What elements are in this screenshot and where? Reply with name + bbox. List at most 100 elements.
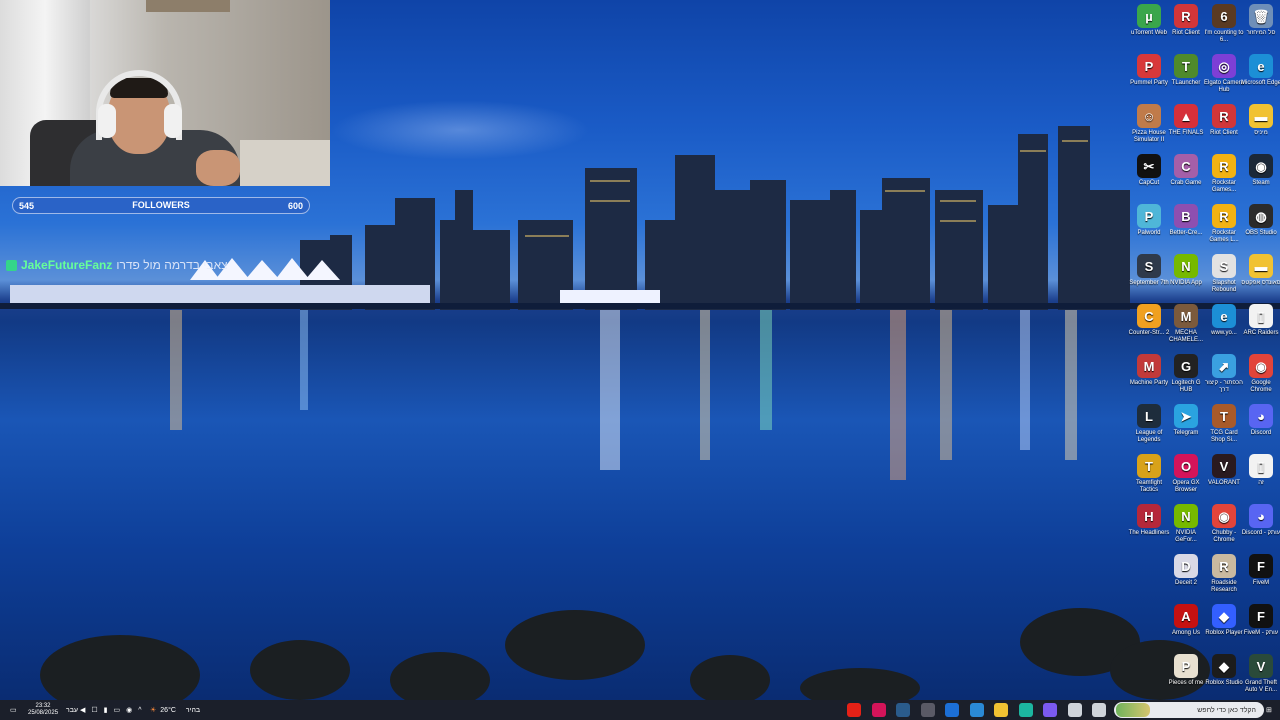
edge-icon[interactable] (1018, 703, 1033, 717)
edge-icon: e (1212, 304, 1236, 328)
desktop-shortcut[interactable]: T TLauncher (1165, 54, 1207, 87)
obs-icon: ◍ (1249, 204, 1273, 228)
desktop-shortcut[interactable]: O Opera GX Browser (1165, 454, 1207, 494)
desktop-shortcut[interactable]: µ uTorrent Web (1128, 4, 1170, 37)
desktop-shortcut[interactable]: ◕ Discord - עותק (1240, 504, 1280, 537)
language-indicator[interactable]: עבר (66, 700, 78, 720)
desktop-shortcut-label: Crab Game (1170, 180, 1202, 186)
desktop-shortcut-label: CapCut (1138, 180, 1160, 186)
desktop-shortcut[interactable]: ◆ Roblox Studio (1203, 654, 1245, 687)
telegram-icon: ➤ (1174, 404, 1198, 428)
desktop-shortcut[interactable]: F FiveM - עותק (1240, 604, 1280, 637)
desktop-shortcut[interactable]: S Slapshot Rebound (1203, 254, 1245, 294)
desktop-shortcut[interactable]: ◍ OBS Studio (1240, 204, 1280, 237)
desktop-shortcut[interactable]: ◕ Discord (1240, 404, 1280, 437)
desktop-shortcut[interactable]: L League of Legends (1128, 404, 1170, 444)
search-input[interactable]: הקלד כאן כדי לחפש (1114, 702, 1264, 718)
notifications-icon[interactable]: ▭ (10, 700, 17, 720)
desktop-shortcut[interactable]: R Rockstar Games L... (1203, 204, 1245, 244)
desktop-shortcut[interactable]: V VALORANT (1203, 454, 1245, 487)
clock[interactable]: 23:32 25/08/2025 (28, 700, 58, 720)
desktop-shortcut[interactable]: R Rockstar Games... (1203, 154, 1245, 194)
desktop-shortcut-label: I'm counting to 6... (1204, 30, 1244, 43)
desktop-shortcut[interactable]: ◉ Google Chrome (1240, 354, 1280, 394)
opera-gx-icon[interactable] (871, 703, 886, 717)
desktop-shortcut[interactable]: S September 7th (1128, 254, 1170, 287)
desktop-shortcut[interactable]: G Logitech G HUB (1165, 354, 1207, 394)
desktop-shortcut[interactable]: R Riot Client (1165, 4, 1207, 37)
outlook-icon[interactable] (945, 703, 959, 717)
desktop-shortcut[interactable]: R Riot Client (1203, 104, 1245, 137)
desktop-shortcut[interactable]: ◎ Elgato Camera Hub (1203, 54, 1245, 94)
desktop-shortcut-label: FiveM (1252, 580, 1270, 586)
start-button[interactable]: ⊞ (1266, 700, 1272, 720)
headliners-icon: H (1137, 504, 1161, 528)
desktop-shortcut[interactable]: ☺ Pizza House Simulator II (1128, 104, 1170, 144)
app-tray-icon[interactable]: ◉ (126, 706, 132, 714)
desktop-shortcut[interactable]: ◆ Roblox Player (1203, 604, 1245, 637)
desktop-shortcut[interactable]: P Pummel Party (1128, 54, 1170, 87)
desktop-shortcut-label: Microsoft Edge (1240, 80, 1280, 86)
copilot-icon[interactable] (1043, 703, 1057, 717)
network-icon[interactable]: ☐ (91, 706, 97, 714)
folder-icon: ▬ (1249, 104, 1273, 128)
desktop-shortcut[interactable]: ▬ מיניס (1240, 104, 1280, 137)
desktop-shortcut-label: September 7th (1129, 280, 1169, 286)
desktop-shortcut[interactable]: 6 I'm counting to 6... (1203, 4, 1245, 44)
desktop-shortcut[interactable]: P Palworld (1128, 204, 1170, 237)
desktop-shortcut[interactable]: M Machine Party (1128, 354, 1170, 387)
battery-icon[interactable]: ▭ (114, 706, 121, 714)
desktop-shortcut[interactable]: e Microsoft Edge (1240, 54, 1280, 87)
app-icon: S (1137, 254, 1161, 278)
youtube-icon[interactable] (847, 703, 861, 717)
microphone-icon[interactable]: ▮ (104, 706, 108, 714)
desktop-shortcut[interactable]: ➤ Telegram (1165, 404, 1207, 437)
store-icon[interactable] (969, 703, 984, 717)
volume-icon[interactable]: ◀ (80, 706, 85, 714)
desktop-shortcut[interactable]: N NVIDIA GeFor... (1165, 504, 1207, 544)
desktop-shortcut[interactable]: ▯ זה (1240, 454, 1280, 487)
search-highlight-image (1116, 703, 1150, 717)
desktop-shortcut-label: www.yo... (1211, 330, 1237, 336)
game-icon: 6 (1212, 4, 1236, 28)
chevron-up-icon[interactable]: ^ (138, 707, 141, 714)
desktop-shortcut-label: Palworld (1137, 230, 1161, 236)
desktop-shortcut-label: THE FINALS (1168, 130, 1204, 136)
weather-widget[interactable]: ☀ 26°C בהיר (150, 700, 200, 720)
desktop-shortcut[interactable]: A Among Us (1165, 604, 1207, 637)
desktop-shortcut[interactable]: R Roadside Research (1203, 554, 1245, 594)
mecha-icon: M (1174, 304, 1198, 328)
desktop-shortcut-label: League of Legends (1135, 430, 1163, 443)
desktop-shortcut[interactable]: e www.yo... (1203, 304, 1245, 337)
task-view-icon[interactable] (1067, 703, 1082, 717)
desktop-shortcut[interactable]: M MECHA CHAMELE... (1165, 304, 1207, 344)
desktop-shortcut[interactable]: ▯ ARC Raiders (1240, 304, 1280, 337)
desktop-shortcut[interactable]: N NVIDIA App (1165, 254, 1207, 287)
desktop-shortcut[interactable]: ⬈ הכפתור - קיצור דרך (1203, 354, 1245, 394)
desktop-shortcut[interactable]: C Counter-Str... 2 (1128, 304, 1170, 337)
desktop-shortcut[interactable]: T TCG Card Shop Si... (1203, 404, 1245, 444)
steam-icon[interactable] (896, 703, 910, 717)
rockstar-icon: R (1212, 204, 1236, 228)
cortana-icon[interactable] (1092, 703, 1106, 717)
file-explorer-icon[interactable] (994, 703, 1008, 717)
desktop-shortcut[interactable]: ✂ CapCut (1128, 154, 1170, 187)
desktop-shortcut[interactable]: V Grand Theft Auto V En... (1240, 654, 1280, 694)
desktop-shortcut-label: The Headliners (1128, 530, 1170, 536)
desktop-shortcut[interactable]: ▲ THE FINALS (1165, 104, 1207, 137)
desktop-shortcut[interactable]: ▬ סאונדס אפקטס (1240, 254, 1280, 287)
desktop-shortcut[interactable]: 🗑 סל המיחזור (1240, 4, 1280, 37)
system-tray: ◀ ☐ ▮ ▭ ◉ ^ (80, 700, 142, 720)
desktop-shortcut[interactable]: H The Headliners (1128, 504, 1170, 537)
desktop-shortcut[interactable]: T Teamfight Tactics (1128, 454, 1170, 494)
desktop-shortcut[interactable]: ◉ Steam (1240, 154, 1280, 187)
desktop-shortcut[interactable]: P Pieces of me (1165, 654, 1207, 687)
the-finals-icon: ▲ (1174, 104, 1198, 128)
desktop-shortcut-label: TCG Card Shop Si... (1210, 430, 1238, 443)
obs-icon[interactable] (920, 703, 935, 717)
desktop-shortcut[interactable]: C Crab Game (1165, 154, 1207, 187)
desktop-shortcut[interactable]: B Better-Cre... (1165, 204, 1207, 237)
desktop-shortcut[interactable]: D Deceit 2 (1165, 554, 1207, 587)
desktop-shortcut[interactable]: F FiveM (1240, 554, 1280, 587)
desktop-shortcut[interactable]: ◉ Chubby - Chrome (1203, 504, 1245, 544)
